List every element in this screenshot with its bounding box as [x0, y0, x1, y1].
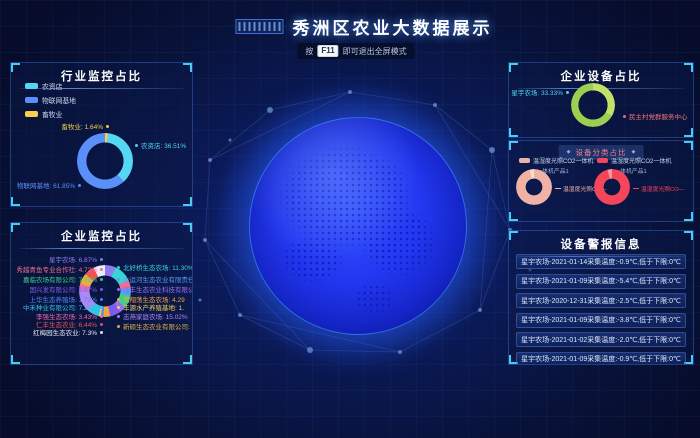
- panel-title: 企业监控占比: [11, 223, 192, 244]
- legend-label: 物联网基地: [42, 95, 76, 105]
- alarm-list-item: 星宇农场-2021-01-09采集温度:-3.8℃,低于下限:0℃: [516, 313, 686, 328]
- legend-item[interactable]: 温湿度光照CO2一体机: [597, 156, 671, 165]
- brand-logo: [236, 19, 284, 34]
- legend-swatch: [519, 158, 530, 163]
- band-decoration-icon: ◆: [632, 150, 636, 155]
- globe-sheen: [250, 118, 466, 334]
- chart-label: 物联网基地: 61.85%: [17, 180, 81, 190]
- fullscreen-hint: 按 F11 即可退出全屏模式: [297, 43, 414, 59]
- alarm-list-item: 星宇农场-2021-01-02采集温度:-2.0℃,低于下限:0℃: [516, 332, 686, 347]
- industry-legend: 农资店 物联网基地 畜牧业: [25, 81, 76, 119]
- device-ratio-donut-chart[interactable]: [571, 83, 615, 127]
- title-divider: [19, 248, 184, 249]
- panel-device-classification: ◆ 设备分类占比 ◆ 温湿度光照CO2一体机 一体机产品1 温湿度光照CO— 温…: [508, 140, 694, 222]
- device-class-donut-right[interactable]: [594, 169, 630, 205]
- industry-donut-chart[interactable]: [77, 133, 133, 189]
- legend-label: 温湿度光照CO2一体机: [533, 156, 593, 165]
- chart-label: 大运河生态农业有限责任公: [117, 274, 193, 284]
- legend-label: 畜牧业: [42, 109, 62, 119]
- legend-swatch: [25, 97, 38, 103]
- dashboard-root: 秀洲区农业大数据展示 按 F11 即可退出全屏模式 行业监控占比 农资店 物联网…: [0, 0, 700, 438]
- panel-industry-monitoring: 行业监控占比 农资店 物联网基地 畜牧业 畜牧业: 1.64% 农资店: 36.…: [10, 62, 193, 207]
- panel-title: 设备警报信息: [509, 231, 693, 252]
- legend-swatch: [25, 83, 38, 89]
- chart-label: 志燕家庭农场: 15.02%: [117, 311, 188, 321]
- legend-swatch: [25, 111, 38, 117]
- alarm-list: 星宇农场-2021-01-14采集温度:-0.9℃,低于下限:0℃ 星宇农场-2…: [516, 254, 686, 365]
- chart-label: 红梅园生态农业: 7.3%: [11, 327, 103, 337]
- legend-item[interactable]: 物联网基地: [25, 95, 76, 105]
- legend-item[interactable]: 温湿度光照CO2一体机: [519, 156, 593, 165]
- alarm-list-item: 星宇农场-2021-01-09采集温度:-5.4℃,低于下限:0℃: [516, 274, 686, 289]
- alarm-list-item: 星宇农场-2021-01-09采集温度:-0.9℃,低于下限:0℃: [516, 352, 686, 366]
- device-class-donut-left[interactable]: [516, 169, 552, 205]
- f11-key-badge: F11: [317, 45, 338, 57]
- chart-label: 星宇农场: 6.87%: [11, 254, 103, 264]
- legend-swatch: [597, 158, 608, 163]
- chart-label: 新硕生态农业有限公司: 6.87: [117, 321, 193, 331]
- chart-label: 隆丰生态农业科技有限公: [117, 284, 193, 294]
- page-title: 秀洲区农业大数据展示: [293, 14, 493, 39]
- panel-title: 企业设备占比: [509, 63, 693, 84]
- chart-label: 星宇农场: 33.33%: [509, 87, 569, 97]
- legend-item[interactable]: 农资店: [25, 81, 76, 91]
- band-decoration-icon: ◆: [567, 150, 571, 155]
- chart-label: 温湿度光照CO—: [633, 184, 684, 193]
- panel-device-ratio: 企业设备占比 星宇农场: 33.33% 民主村党群服务中心: [508, 62, 694, 138]
- alarm-list-item: 星宇农场-2021-01-14采集温度:-0.9℃,低于下限:0℃: [516, 254, 686, 269]
- hint-suffix: 即可退出全屏模式: [343, 46, 407, 57]
- hint-prefix: 按: [305, 46, 313, 57]
- globe-visualization: [249, 117, 467, 335]
- header: 秀洲区农业大数据展示: [236, 14, 493, 39]
- chart-label: 北好桥生态农场: 11.30%: [117, 262, 193, 272]
- panel-device-alarms: 设备警报信息 星宇农场-2021-01-14采集温度:-0.9℃,低于下限:0℃…: [508, 230, 694, 365]
- chart-label: 民主村党群服务中心: [623, 111, 688, 121]
- chart-label: 嘉临农场有限公司: 7.72%: [11, 274, 103, 284]
- alarm-list-item: 星宇农场-2020-12-31采集温度:-2.5℃,低于下限:0℃: [516, 293, 686, 308]
- panel-enterprise-monitoring: 企业监控占比 星宇农场: 6.87% 秀越青鱼专业合作社: 4.72% 嘉临农场…: [10, 222, 193, 365]
- legend-item[interactable]: 畜牧业: [25, 109, 76, 119]
- chart-label: 畜牧业: 1.64%: [11, 121, 109, 131]
- chart-label: 秀越青鱼专业合作社: 4.72%: [11, 264, 103, 274]
- chart-label: 国兴发有限公司: 6.87%: [11, 284, 103, 294]
- legend-label: 温湿度光照CO2一体机: [611, 156, 671, 165]
- legend-label: 农资店: [42, 81, 62, 91]
- chart-label: 农资店: 36.51%: [135, 140, 186, 150]
